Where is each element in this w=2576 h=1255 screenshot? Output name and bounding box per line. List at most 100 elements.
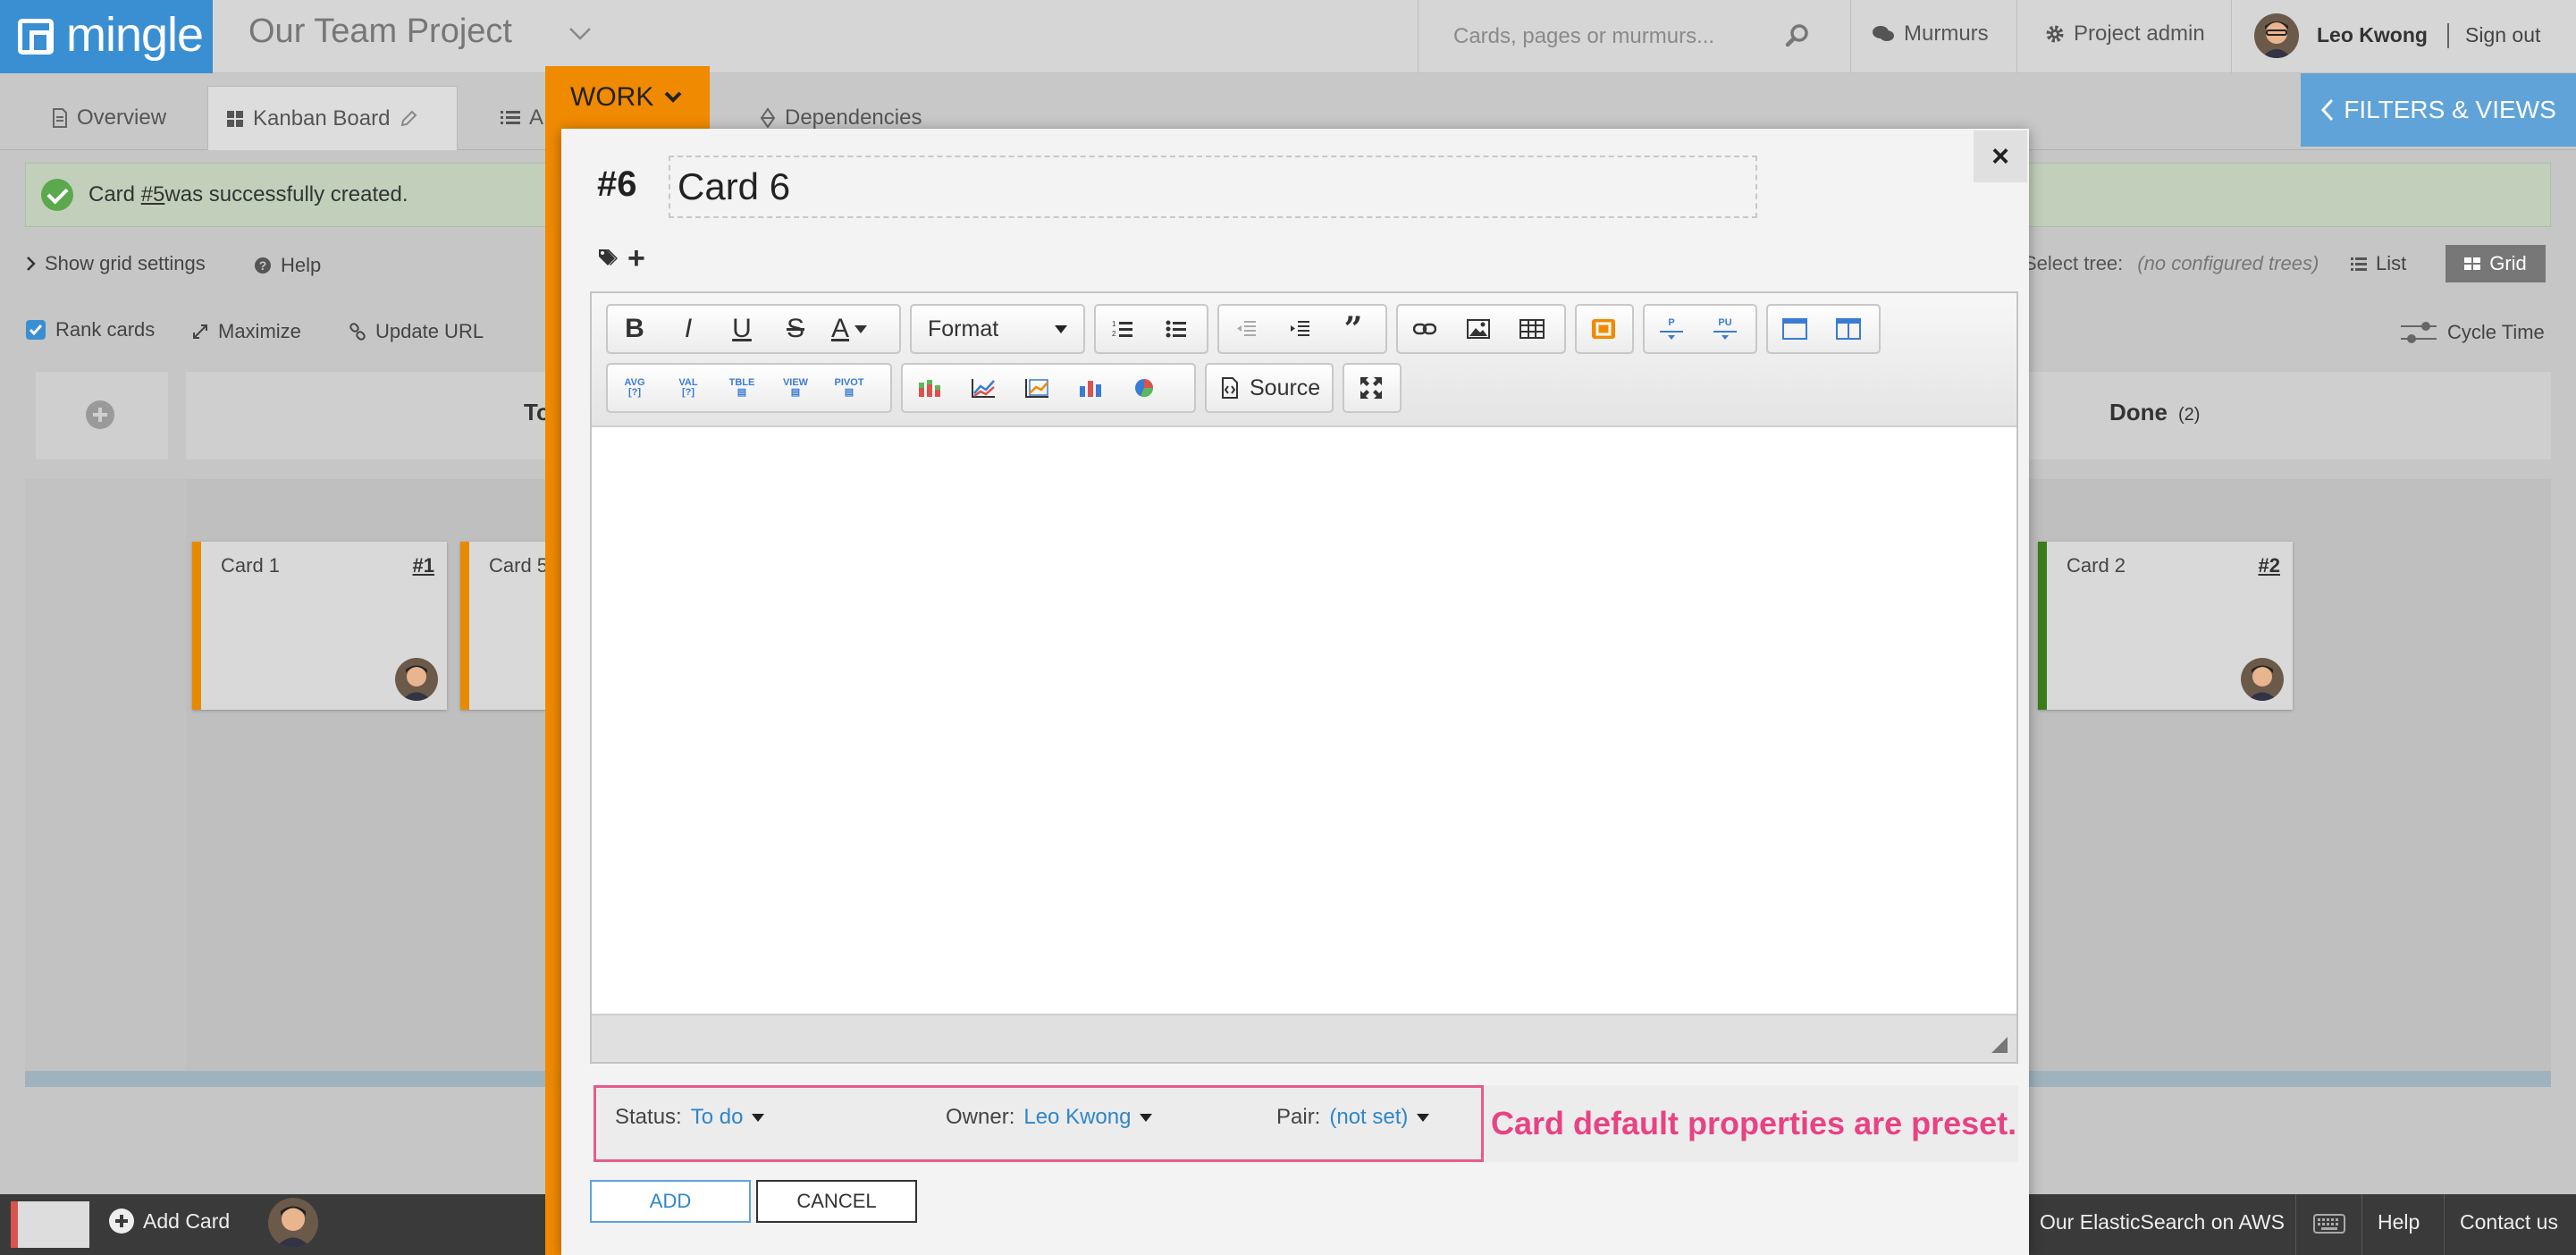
maximize-link[interactable]: Maximize bbox=[191, 320, 301, 343]
numbered-list-button[interactable]: 12 bbox=[1096, 306, 1149, 352]
line-chart-button[interactable] bbox=[956, 365, 1010, 411]
two-column-button[interactable] bbox=[1822, 306, 1875, 352]
select-tree[interactable]: Select tree: (no configured trees) bbox=[2024, 252, 2319, 275]
status-value[interactable]: To do bbox=[691, 1105, 744, 1130]
project-variable-button[interactable]: P bbox=[1645, 306, 1698, 352]
data-series-chart-button[interactable] bbox=[1010, 365, 1064, 411]
list-view-label: List bbox=[2376, 252, 2407, 274]
filters-views-label: FILTERS & VIEWS bbox=[2344, 96, 2556, 123]
bottom-help-link[interactable]: Help bbox=[2378, 1210, 2420, 1234]
pencil-icon[interactable] bbox=[399, 109, 418, 129]
indent-button[interactable] bbox=[1273, 306, 1326, 352]
description-textarea[interactable] bbox=[592, 427, 2016, 1014]
macro-button[interactable] bbox=[1577, 306, 1630, 352]
tab-overview-label: Overview bbox=[77, 105, 167, 130]
maximize-editor-button[interactable] bbox=[1344, 365, 1398, 411]
svg-text:2: 2 bbox=[1112, 330, 1116, 338]
add-column-icon[interactable] bbox=[86, 400, 114, 429]
avatar bbox=[395, 658, 438, 701]
card-type-swatch[interactable] bbox=[11, 1201, 89, 1248]
format-dropdown[interactable]: Format bbox=[910, 304, 1085, 354]
card-type-selector[interactable]: WORK bbox=[570, 82, 682, 113]
filters-views-button[interactable]: FILTERS & VIEWS bbox=[2301, 73, 2576, 147]
sign-out-link[interactable]: Sign out bbox=[2465, 23, 2540, 47]
caret-down-icon bbox=[1417, 1113, 1430, 1122]
panel-group bbox=[1766, 304, 1881, 354]
project-name[interactable]: Our Team Project bbox=[248, 13, 512, 51]
user-name[interactable]: Leo Kwong bbox=[2317, 23, 2428, 47]
list-view-toggle[interactable]: List bbox=[2351, 252, 2406, 275]
project-admin-link[interactable]: Project admin bbox=[2045, 21, 2205, 46]
stacked-bar-chart-button[interactable] bbox=[903, 365, 956, 411]
link-button[interactable] bbox=[1398, 306, 1452, 352]
cycle-time-link[interactable]: Cycle Time bbox=[2399, 318, 2545, 347]
underline-button[interactable]: U bbox=[715, 306, 769, 352]
strikethrough-button[interactable]: S bbox=[769, 306, 822, 352]
keyboard-icon[interactable] bbox=[2313, 1214, 2345, 1234]
owner-value[interactable]: Leo Kwong bbox=[1023, 1105, 1131, 1130]
value-macro-button[interactable]: VAL [?] bbox=[661, 365, 715, 411]
italic-button[interactable]: I bbox=[661, 306, 715, 352]
tab-overview[interactable]: Overview bbox=[34, 86, 184, 150]
contact-us-link[interactable]: Contact us bbox=[2460, 1210, 2558, 1234]
status-property[interactable]: Status: To do bbox=[615, 1105, 765, 1130]
pivot-macro-button[interactable]: PIVOT ▤ bbox=[822, 365, 876, 411]
search-icon[interactable] bbox=[1784, 22, 1811, 49]
cancel-button[interactable]: CANCEL bbox=[756, 1180, 917, 1223]
elastic-search-link[interactable]: Our ElasticSearch on AWS bbox=[2040, 1210, 2285, 1234]
add-button[interactable]: ADD bbox=[590, 1180, 751, 1223]
bulleted-list-button[interactable] bbox=[1149, 306, 1203, 352]
cycle-time-label: Cycle Time bbox=[2447, 321, 2545, 343]
card-5[interactable]: Card 5 bbox=[460, 542, 550, 710]
card-2[interactable]: Card 2 #2 bbox=[2038, 542, 2293, 710]
pie-chart-button[interactable] bbox=[1117, 365, 1171, 411]
close-button[interactable]: × bbox=[1974, 131, 2027, 182]
table-macro-button[interactable]: TBLE ▤ bbox=[715, 365, 769, 411]
resize-handle[interactable] bbox=[1991, 1037, 2008, 1053]
chevron-down-icon[interactable] bbox=[568, 27, 592, 41]
chat-icon bbox=[1872, 24, 1895, 44]
help-link[interactable]: ? Help bbox=[254, 254, 321, 277]
panel-button[interactable] bbox=[1768, 306, 1822, 352]
flash-card-link[interactable]: #5 bbox=[141, 182, 165, 207]
owner-property[interactable]: Owner: Leo Kwong bbox=[946, 1105, 1153, 1130]
source-button[interactable]: Source bbox=[1205, 363, 1334, 413]
bold-button[interactable]: B bbox=[608, 306, 661, 352]
ratio-bar-chart-button[interactable] bbox=[1064, 365, 1117, 411]
show-grid-settings-toggle[interactable]: Show grid settings bbox=[25, 252, 206, 275]
add-card-button[interactable]: Add Card bbox=[109, 1209, 230, 1234]
card-number-link[interactable]: #2 bbox=[2259, 554, 2280, 577]
tab-kanban-board[interactable]: Kanban Board bbox=[207, 86, 458, 150]
grid-view-toggle[interactable]: Grid bbox=[2446, 245, 2546, 282]
top-divider bbox=[2231, 0, 2232, 73]
blockquote-button[interactable]: ” bbox=[1326, 306, 1380, 352]
card-1[interactable]: Card 1 #1 bbox=[192, 542, 447, 710]
average-macro-button[interactable]: AVG [?] bbox=[608, 365, 661, 411]
view-macro-button[interactable]: VIEW ▤ bbox=[769, 365, 822, 411]
column-header-done[interactable]: Done (2) bbox=[2109, 399, 2200, 426]
card-title-input[interactable] bbox=[669, 156, 1757, 218]
card-number-link[interactable]: #1 bbox=[413, 554, 434, 577]
card-title: Card 5 bbox=[489, 554, 549, 577]
pair-property[interactable]: Pair: (not set) bbox=[1276, 1105, 1430, 1130]
tag-icon[interactable] bbox=[597, 247, 624, 268]
add-card-label: Add Card bbox=[143, 1209, 231, 1233]
text-color-button[interactable]: A bbox=[822, 306, 876, 352]
svg-text:1: 1 bbox=[1112, 320, 1116, 328]
table-button[interactable] bbox=[1505, 306, 1559, 352]
murmurs-link[interactable]: Murmurs bbox=[1872, 21, 1989, 46]
rank-cards-option[interactable]: Rank cards bbox=[25, 318, 155, 341]
image-button[interactable] bbox=[1452, 306, 1505, 352]
avatar[interactable] bbox=[268, 1198, 318, 1248]
avatar[interactable] bbox=[2254, 13, 2299, 58]
add-tag-button[interactable]: + bbox=[627, 241, 645, 276]
pair-value[interactable]: (not set) bbox=[1329, 1105, 1408, 1130]
toolbar-row: B I U S A Format 12 ” P PU bbox=[606, 304, 1947, 354]
top-divider bbox=[2016, 0, 2017, 73]
rank-cards-checkbox[interactable] bbox=[25, 319, 46, 341]
project-unit-button[interactable]: PU bbox=[1698, 306, 1752, 352]
property-macro-group: P PU bbox=[1643, 304, 1757, 354]
outdent-button[interactable] bbox=[1219, 306, 1273, 352]
mingle-logo[interactable]: mingle bbox=[0, 0, 213, 73]
update-url-link[interactable]: Update URL bbox=[349, 320, 484, 343]
